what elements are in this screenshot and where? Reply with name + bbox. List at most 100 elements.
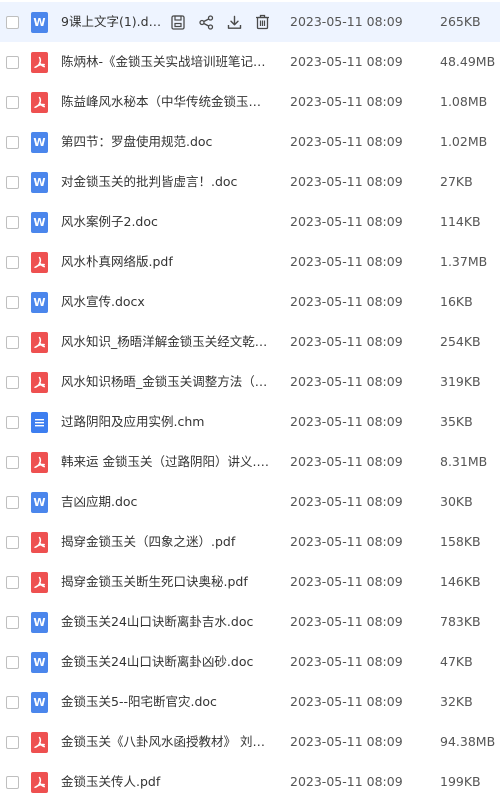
file-row[interactable]: W 第四节：罗盘使用规范.doc 2023-05-11 08:09 1.02MB	[0, 122, 500, 162]
word-file-icon: W	[31, 692, 48, 713]
file-row[interactable]: W 金锁玉关5--阳宅断官灾.doc 2023-05-11 08:09 32KB	[0, 682, 500, 722]
pdf-file-icon	[31, 772, 48, 793]
row-checkbox[interactable]	[6, 456, 19, 469]
file-date: 2023-05-11 08:09	[290, 14, 403, 29]
share-icon[interactable]	[198, 13, 214, 31]
word-file-icon: W	[31, 12, 48, 33]
file-row[interactable]: 过路阴阳及应用实例.chm 2023-05-11 08:09 35KB	[0, 402, 500, 442]
file-name[interactable]: 第四节：罗盘使用规范.doc	[61, 134, 271, 150]
file-size: 1.37MB	[440, 254, 488, 269]
file-name[interactable]: 揭穿金锁玉关（四象之迷）.pdf	[61, 534, 271, 550]
row-checkbox[interactable]	[6, 616, 19, 629]
file-name[interactable]: 风水案例子2.doc	[61, 214, 271, 230]
file-size: 114KB	[440, 214, 481, 229]
row-checkbox[interactable]	[6, 216, 19, 229]
file-date: 2023-05-11 08:09	[290, 54, 403, 69]
file-row[interactable]: 风水知识_杨晤洋解金锁玉关经文乾卦... 2023-05-11 08:09 254K…	[0, 322, 500, 362]
row-checkbox[interactable]	[6, 696, 19, 709]
file-row[interactable]: 陈益峰风水秘本（中华传统金锁玉关... 2023-05-11 08:09 1.08M…	[0, 82, 500, 122]
row-checkbox[interactable]	[6, 776, 19, 789]
chm-file-icon	[31, 412, 48, 433]
file-name[interactable]: 风水知识杨晤_金锁玉关调整方法（20...	[61, 374, 271, 390]
file-name[interactable]: 金锁玉关24山口诀断离卦凶砂.doc	[61, 654, 271, 670]
row-checkbox[interactable]	[6, 136, 19, 149]
file-row[interactable]: 金锁玉关《八卦风水函授教材》 刘东... 2023-05-11 08:09 94.3…	[0, 722, 500, 762]
pdf-file-icon	[31, 52, 48, 73]
file-row[interactable]: 风水朴真网络版.pdf 2023-05-11 08:09 1.37MB	[0, 242, 500, 282]
file-name[interactable]: 风水宣传.docx	[61, 294, 271, 310]
file-size: 1.02MB	[440, 134, 488, 149]
row-checkbox[interactable]	[6, 176, 19, 189]
file-row[interactable]: 风水知识杨晤_金锁玉关调整方法（20... 2023-05-11 08:09 319…	[0, 362, 500, 402]
file-date: 2023-05-11 08:09	[290, 414, 403, 429]
file-row[interactable]: W 对金锁玉关的批判皆虚言！.doc 2023-05-11 08:09 27KB	[0, 162, 500, 202]
row-checkbox[interactable]	[6, 296, 19, 309]
file-name[interactable]: 9课上文字(1).doc...	[61, 14, 163, 30]
row-checkbox[interactable]	[6, 496, 19, 509]
delete-icon[interactable]	[254, 13, 270, 31]
file-row[interactable]: W 金锁玉关24山口诀断离卦吉水.doc 2023-05-11 08:09 783KB	[0, 602, 500, 642]
file-size: 94.38MB	[440, 734, 496, 749]
file-date: 2023-05-11 08:09	[290, 694, 403, 709]
file-name[interactable]: 韩来运 金锁玉关（过路阴阳）讲义.pdf	[61, 454, 271, 470]
file-date: 2023-05-11 08:09	[290, 254, 403, 269]
file-name[interactable]: 对金锁玉关的批判皆虚言！.doc	[61, 174, 271, 190]
file-name[interactable]: 金锁玉关24山口诀断离卦吉水.doc	[61, 614, 271, 630]
file-row[interactable]: 韩来运 金锁玉关（过路阴阳）讲义.pdf 2023-05-11 08:09 8.31…	[0, 442, 500, 482]
file-size: 1.08MB	[440, 94, 488, 109]
pdf-file-icon	[31, 92, 48, 113]
file-row[interactable]: W 金锁玉关24山口诀断离卦凶砂.doc 2023-05-11 08:09 47KB	[0, 642, 500, 682]
file-row[interactable]: 金锁玉关传人.pdf 2023-05-11 08:09 199KB	[0, 762, 500, 802]
word-file-icon: W	[31, 492, 48, 513]
download-icon[interactable]	[226, 13, 242, 31]
save-to-cloud-icon[interactable]	[170, 13, 186, 31]
file-date: 2023-05-11 08:09	[290, 654, 403, 669]
file-size: 199KB	[440, 774, 481, 789]
file-name[interactable]: 金锁玉关传人.pdf	[61, 774, 271, 790]
pdf-file-icon	[31, 572, 48, 593]
file-size: 30KB	[440, 494, 473, 509]
row-checkbox[interactable]	[6, 376, 19, 389]
word-file-icon: W	[31, 132, 48, 153]
pdf-file-icon	[31, 372, 48, 393]
row-checkbox[interactable]	[6, 536, 19, 549]
word-file-icon: W	[31, 172, 48, 193]
word-file-icon: W	[31, 212, 48, 233]
file-date: 2023-05-11 08:09	[290, 734, 403, 749]
file-date: 2023-05-11 08:09	[290, 134, 403, 149]
file-name[interactable]: 风水知识_杨晤洋解金锁玉关经文乾卦...	[61, 334, 271, 350]
file-name[interactable]: 金锁玉关《八卦风水函授教材》 刘东...	[61, 734, 271, 750]
file-date: 2023-05-11 08:09	[290, 294, 403, 309]
row-checkbox[interactable]	[6, 96, 19, 109]
row-checkbox[interactable]	[6, 416, 19, 429]
file-name[interactable]: 陈益峰风水秘本（中华传统金锁玉关...	[61, 94, 271, 110]
row-checkbox[interactable]	[6, 656, 19, 669]
file-row[interactable]: 揭穿金锁玉关断生死口诀奥秘.pdf 2023-05-11 08:09 146KB	[0, 562, 500, 602]
file-size: 48.49MB	[440, 54, 496, 69]
file-name[interactable]: 风水朴真网络版.pdf	[61, 254, 271, 270]
row-checkbox[interactable]	[6, 576, 19, 589]
file-row[interactable]: W 风水案例子2.doc 2023-05-11 08:09 114KB	[0, 202, 500, 242]
file-row[interactable]: 陈炳林-《金锁玉关实战培训班笔记电... 2023-05-11 08:09 48.4…	[0, 42, 500, 82]
row-checkbox[interactable]	[6, 56, 19, 69]
file-date: 2023-05-11 08:09	[290, 494, 403, 509]
file-name[interactable]: 陈炳林-《金锁玉关实战培训班笔记电...	[61, 54, 271, 70]
file-name[interactable]: 揭穿金锁玉关断生死口诀奥秘.pdf	[61, 574, 271, 590]
row-checkbox[interactable]	[6, 736, 19, 749]
row-checkbox[interactable]	[6, 16, 19, 29]
file-row[interactable]: W 9课上文字(1).doc... 2023-05-11 08:09 265KB	[0, 2, 500, 42]
file-size: 8.31MB	[440, 454, 488, 469]
row-checkbox[interactable]	[6, 256, 19, 269]
file-size: 254KB	[440, 334, 481, 349]
file-date: 2023-05-11 08:09	[290, 574, 403, 589]
file-name[interactable]: 过路阴阳及应用实例.chm	[61, 414, 271, 430]
file-date: 2023-05-11 08:09	[290, 374, 403, 389]
file-name[interactable]: 吉凶应期.doc	[61, 494, 271, 510]
file-row[interactable]: W 吉凶应期.doc 2023-05-11 08:09 30KB	[0, 482, 500, 522]
file-name[interactable]: 金锁玉关5--阳宅断官灾.doc	[61, 694, 271, 710]
file-row[interactable]: 揭穿金锁玉关（四象之迷）.pdf 2023-05-11 08:09 158KB	[0, 522, 500, 562]
file-date: 2023-05-11 08:09	[290, 334, 403, 349]
row-checkbox[interactable]	[6, 336, 19, 349]
file-size: 16KB	[440, 294, 473, 309]
file-row[interactable]: W 风水宣传.docx 2023-05-11 08:09 16KB	[0, 282, 500, 322]
